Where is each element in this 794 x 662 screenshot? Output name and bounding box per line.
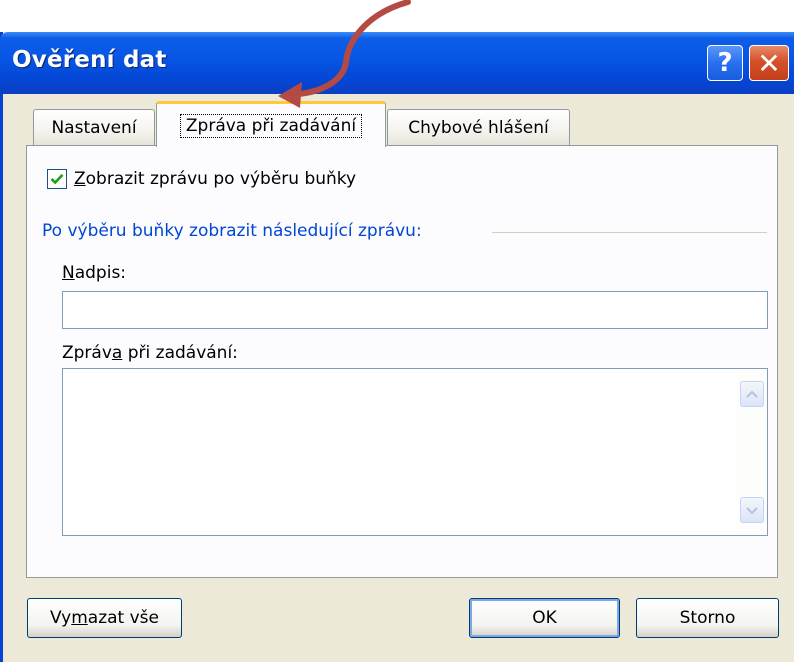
message-accel: a bbox=[111, 343, 123, 363]
message-label-after: při zadávání: bbox=[122, 343, 238, 363]
title-label-rest: adpis: bbox=[74, 263, 127, 283]
show-message-checkbox[interactable] bbox=[47, 169, 67, 189]
tab-error-alert-label: Chybové hlášení bbox=[408, 117, 549, 138]
show-message-checkbox-label[interactable]: Zobrazit zprávu po výběru buňky bbox=[74, 169, 356, 189]
tab-error-alert[interactable]: Chybové hlášení bbox=[387, 109, 570, 145]
scroll-up-icon bbox=[746, 390, 758, 398]
show-message-accel: Z bbox=[74, 169, 86, 189]
title-accel: N bbox=[62, 263, 75, 283]
clear-all-accel: m bbox=[71, 608, 88, 628]
message-label-before: Zpráv bbox=[62, 343, 112, 363]
scroll-down-button[interactable] bbox=[740, 497, 764, 523]
cancel-button[interactable]: Storno bbox=[636, 598, 779, 638]
tab-input-message-label: Zpráva při zadávání bbox=[179, 113, 363, 138]
group-divider bbox=[492, 232, 767, 233]
clear-all-after: azat vše bbox=[87, 608, 159, 628]
scroll-up-button[interactable] bbox=[740, 381, 764, 407]
group-label: Po výběru buňky zobrazit následující zpr… bbox=[42, 221, 422, 241]
message-textarea[interactable] bbox=[62, 368, 768, 536]
annotation-arrow bbox=[278, 0, 411, 108]
title-input[interactable] bbox=[62, 291, 768, 329]
message-field-label: Zpráva při zadávání: bbox=[62, 343, 238, 363]
checkmark-icon bbox=[50, 173, 64, 185]
scroll-down-icon bbox=[746, 507, 758, 515]
clear-all-button[interactable]: Vy m azat vše bbox=[27, 598, 182, 638]
ok-button[interactable]: OK bbox=[469, 598, 620, 638]
show-message-label-rest: obrazit zprávu po výběru buňky bbox=[85, 169, 357, 189]
title-field-label: Nadpis: bbox=[62, 263, 126, 283]
tab-settings[interactable]: Nastavení bbox=[33, 109, 155, 145]
tab-settings-label: Nastavení bbox=[51, 117, 137, 138]
clear-all-before: Vy bbox=[49, 608, 72, 628]
vertical-scrollbar[interactable] bbox=[737, 369, 767, 535]
tab-panel-input-message: Zobrazit zprávu po výběru buňky Po výběr… bbox=[26, 145, 778, 578]
